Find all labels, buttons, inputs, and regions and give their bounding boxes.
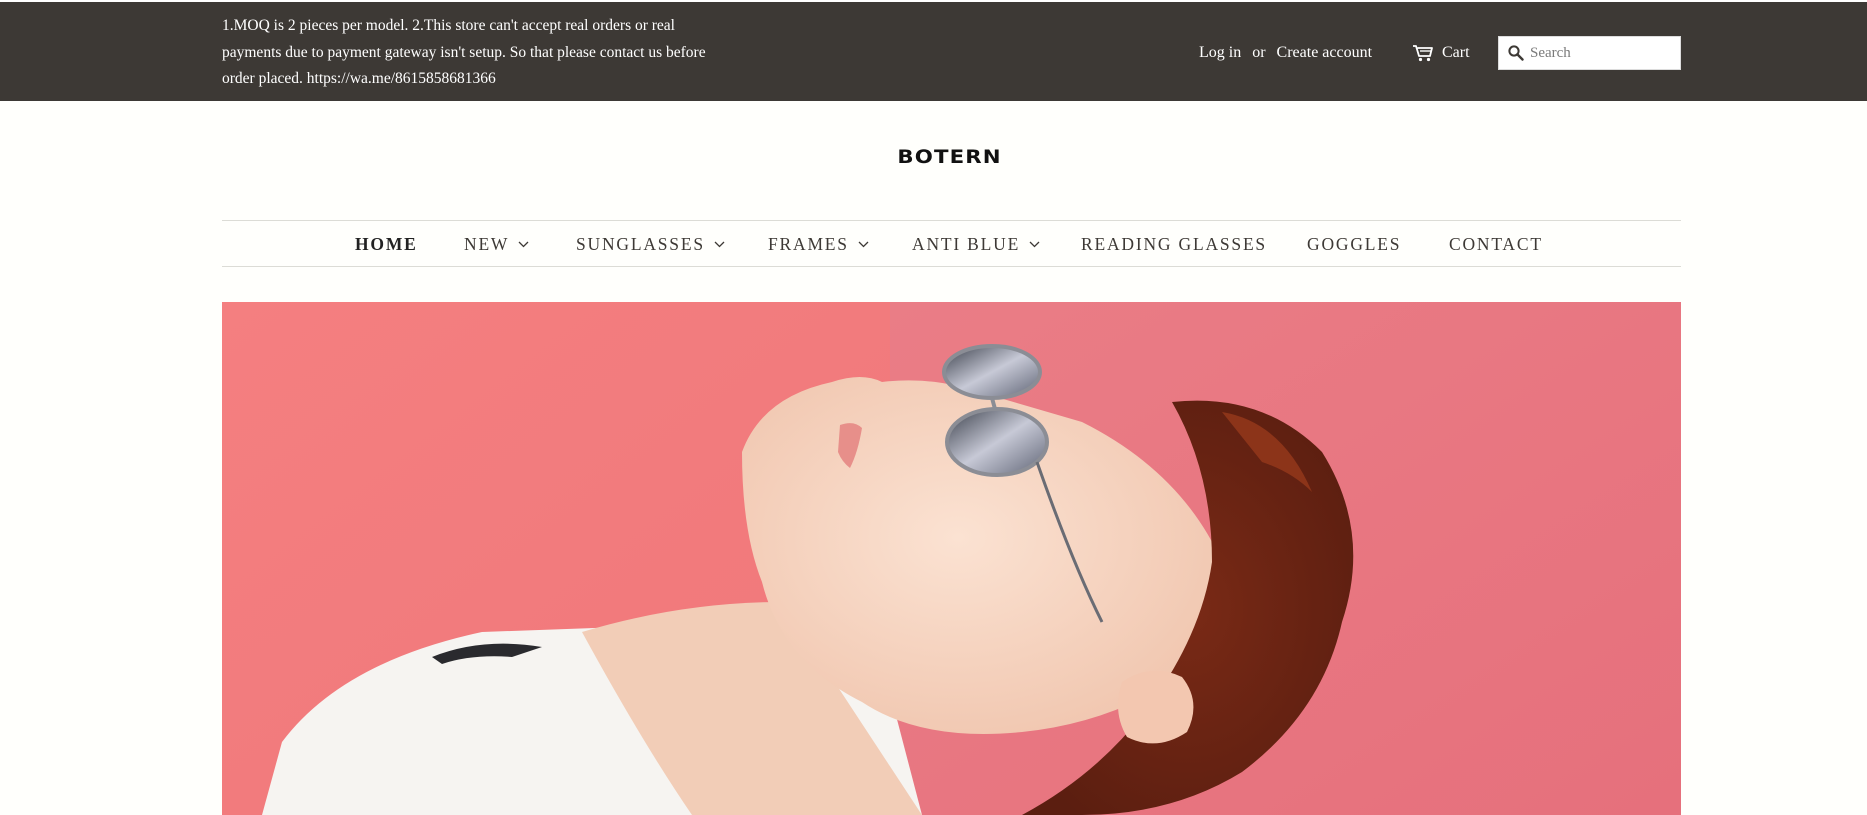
search-box bbox=[1498, 36, 1681, 70]
announcement-text: 1.MOQ is 2 pieces per model. 2.This stor… bbox=[222, 17, 706, 87]
nav-item-new[interactable]: NEW bbox=[464, 233, 529, 255]
nav-item-label: NEW bbox=[464, 233, 510, 254]
nav-item-label: CONTACT bbox=[1449, 233, 1543, 254]
search-input[interactable] bbox=[1530, 44, 1670, 62]
store-logo[interactable]: BOTERN bbox=[0, 146, 1867, 168]
nav-item-home[interactable]: HOME bbox=[355, 233, 418, 255]
main-nav: HOME NEW SUNGLASSES FRAMES ANTI BLUE REA… bbox=[222, 220, 1681, 267]
top-bar: 1.MOQ is 2 pieces per model. 2.This stor… bbox=[0, 0, 1867, 101]
create-account-link[interactable]: Create account bbox=[1277, 44, 1373, 62]
chevron-down-icon bbox=[1029, 241, 1040, 248]
nav-item-label: HOME bbox=[355, 233, 418, 254]
login-link[interactable]: Log in bbox=[1199, 44, 1241, 62]
hero-banner[interactable] bbox=[222, 302, 1681, 815]
nav-item-sunglasses[interactable]: SUNGLASSES bbox=[576, 233, 725, 255]
chevron-down-icon bbox=[518, 241, 529, 248]
nav-item-frames[interactable]: FRAMES bbox=[768, 233, 869, 255]
nav-item-reading-glasses[interactable]: READING GLASSES bbox=[1081, 233, 1267, 255]
nav-item-label: READING GLASSES bbox=[1081, 233, 1267, 254]
logo-text: BOTERN bbox=[897, 146, 1003, 168]
hero-image bbox=[222, 302, 1681, 815]
chevron-down-icon bbox=[858, 241, 869, 248]
cart-link[interactable]: Cart bbox=[1412, 41, 1470, 65]
nav-item-anti-blue[interactable]: ANTI BLUE bbox=[912, 233, 1040, 255]
search-icon[interactable] bbox=[1508, 45, 1524, 61]
nav-item-label: GOGGLES bbox=[1307, 233, 1402, 254]
nav-item-label: FRAMES bbox=[768, 233, 849, 254]
cart-icon bbox=[1412, 44, 1442, 62]
cart-label: Cart bbox=[1442, 44, 1470, 61]
nav-item-label: SUNGLASSES bbox=[576, 233, 705, 254]
chevron-down-icon bbox=[714, 241, 725, 248]
nav-item-label: ANTI BLUE bbox=[912, 233, 1021, 254]
or-separator: or bbox=[1252, 44, 1266, 61]
account-links: Log in or Create account bbox=[1199, 41, 1372, 65]
nav-item-goggles[interactable]: GOGGLES bbox=[1307, 233, 1401, 255]
nav-item-contact[interactable]: CONTACT bbox=[1449, 233, 1543, 255]
